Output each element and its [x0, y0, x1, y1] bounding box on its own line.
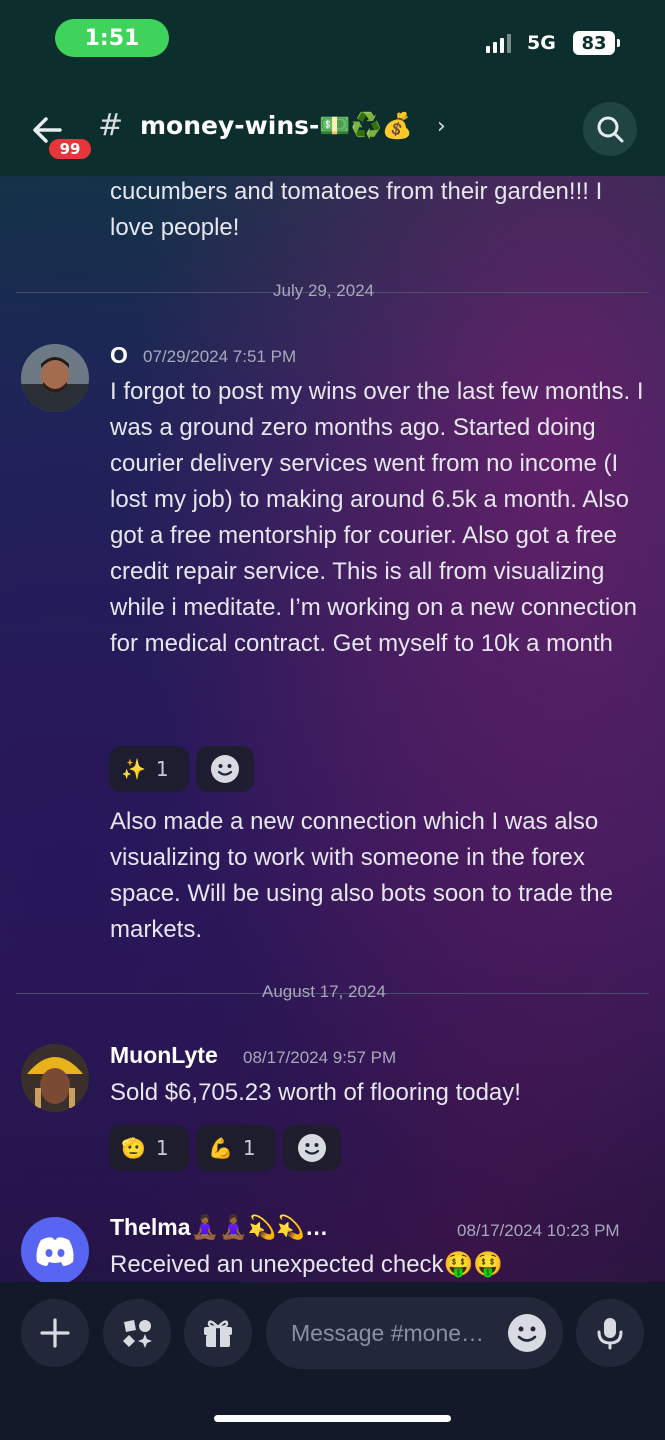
avatar[interactable] — [21, 1217, 89, 1282]
user-avatar-photo — [21, 344, 89, 412]
apps-button[interactable] — [103, 1299, 171, 1367]
apps-icon — [123, 1320, 152, 1348]
avatar[interactable] — [21, 1044, 89, 1112]
reaction-count: 1 — [242, 1136, 256, 1160]
emoji-button[interactable] — [508, 1314, 546, 1352]
date-divider: August 17, 2024 — [16, 982, 649, 1001]
username[interactable]: MuonLyte — [110, 1042, 218, 1069]
signal-icon — [486, 34, 511, 53]
channel-name[interactable]: money-wins-💵♻️💰 — [140, 111, 413, 141]
microphone-icon — [597, 1318, 623, 1350]
flexed-biceps-icon: 💪 — [208, 1136, 233, 1160]
gift-icon — [204, 1320, 232, 1347]
date-label: August 17, 2024 — [262, 982, 386, 1001]
chevron-right-icon[interactable]: › — [437, 114, 446, 139]
plus-icon — [40, 1318, 70, 1348]
message-text: Also made a new connection which I was a… — [110, 808, 613, 943]
reaction-flexed-biceps[interactable]: 💪 1 — [196, 1125, 276, 1171]
add-reaction-button[interactable] — [283, 1125, 341, 1171]
message-text: I forgot to post my wins over the last f… — [110, 378, 644, 657]
message-feed[interactable]: cucumbers and tomatoes from their garden… — [0, 176, 665, 1282]
discord-logo-icon — [36, 1237, 74, 1266]
search-icon — [597, 116, 624, 143]
gift-button[interactable] — [184, 1299, 252, 1367]
message-text: Received an unexpected check🤑🤑 — [110, 1251, 504, 1278]
username[interactable]: Thelma🧘🏾‍♀️🧘🏾‍♀️💫💫… — [110, 1214, 328, 1241]
message-timestamp: 08/17/2024 10:23 PM — [457, 1221, 620, 1240]
home-indicator[interactable] — [214, 1415, 451, 1422]
unread-badge: 99 — [46, 136, 94, 162]
battery-icon: 83 — [573, 31, 620, 55]
status-time: 1:51 — [55, 19, 169, 57]
channel-header: 99 # money-wins-💵♻️💰 › — [0, 80, 665, 176]
avatar[interactable] — [21, 344, 89, 412]
channel-hash-icon: # — [98, 108, 124, 143]
network-type: 5G — [527, 32, 556, 54]
username[interactable]: O — [110, 342, 128, 369]
message-timestamp: 07/29/2024 7:51 PM — [143, 347, 297, 366]
message-input[interactable]: Message #mone… — [266, 1297, 563, 1369]
date-label: July 29, 2024 — [273, 281, 375, 300]
salute-icon: 🫡 — [121, 1136, 146, 1160]
voice-message-button[interactable] — [576, 1299, 644, 1367]
smiley-icon — [211, 755, 239, 783]
smiley-icon — [517, 1326, 537, 1342]
attach-button[interactable] — [21, 1299, 89, 1367]
message-text: cucumbers and tomatoes from their garden… — [110, 178, 603, 241]
add-reaction-button[interactable] — [196, 746, 254, 792]
reaction-count: 1 — [155, 1136, 169, 1160]
message-placeholder: Message #mone… — [291, 1319, 485, 1346]
reaction-salute[interactable]: 🫡 1 — [109, 1125, 189, 1171]
reaction-sparkles[interactable]: ✨ 1 — [109, 746, 189, 792]
sparkles-icon: ✨ — [121, 757, 146, 781]
reaction-count: 1 — [155, 757, 169, 781]
message-text: Sold $6,705.23 worth of flooring today! — [110, 1079, 521, 1106]
message-timestamp: 08/17/2024 9:57 PM — [243, 1048, 397, 1067]
search-button[interactable] — [583, 102, 637, 156]
status-bar: 1:51 5G 83 — [0, 0, 665, 80]
date-divider: July 29, 2024 — [16, 281, 649, 300]
smiley-icon — [298, 1134, 326, 1162]
user-avatar-photo — [21, 1044, 89, 1112]
